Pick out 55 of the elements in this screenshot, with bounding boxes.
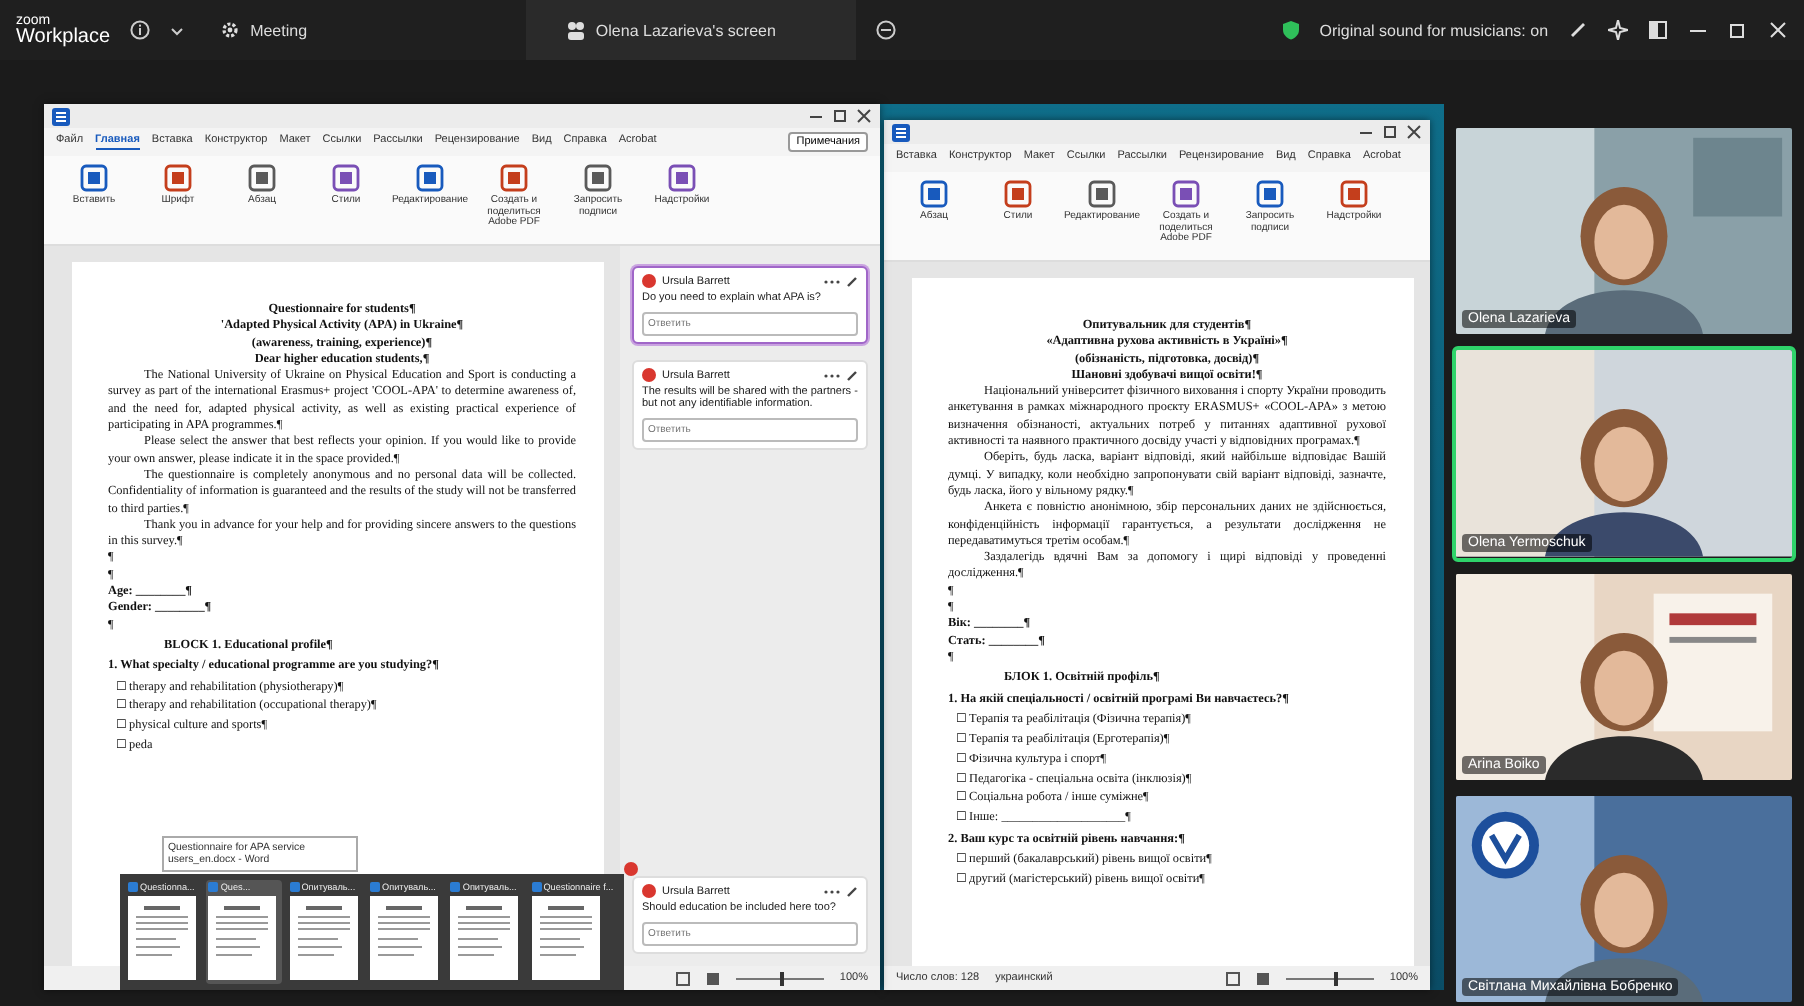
- gear-icon: [220, 20, 241, 40]
- page-thumbnail-icon: [450, 896, 519, 980]
- minus-circle-icon[interactable]: [875, 20, 896, 40]
- product-name: Workplace: [16, 27, 111, 47]
- word-icon: [289, 882, 300, 892]
- close-icon[interactable]: [856, 108, 872, 124]
- restore-icon[interactable]: [1382, 124, 1398, 140]
- avatar-icon: [642, 368, 656, 382]
- page-thumbnail-icon: [531, 896, 600, 980]
- pencil-icon[interactable]: [846, 369, 858, 381]
- tool-icon: [1340, 180, 1368, 208]
- pencil-icon[interactable]: [846, 275, 858, 287]
- tool-icon: [668, 164, 696, 192]
- page-thumbnail-icon: [128, 896, 196, 980]
- meeting-tab[interactable]: Meeting: [204, 0, 324, 60]
- more-icon[interactable]: [824, 371, 840, 379]
- tool-icon: [248, 164, 276, 192]
- shield-icon: [1281, 20, 1300, 40]
- avatar-icon: [642, 274, 656, 288]
- shared-screen-tab[interactable]: Olena Lazarieva's screen: [525, 0, 856, 60]
- info-icon[interactable]: [130, 20, 151, 40]
- chevron-down-icon[interactable]: [170, 23, 185, 37]
- tool-icon: [920, 180, 948, 208]
- people-icon: [565, 20, 586, 40]
- tool-icon: [164, 164, 192, 192]
- tool-icon: [584, 164, 612, 192]
- tool-icon: [80, 164, 108, 192]
- restore-icon[interactable]: [1728, 20, 1749, 40]
- tool-icon: [500, 164, 528, 192]
- tool-icon: [1088, 180, 1116, 208]
- slider-thumb[interactable]: [1334, 971, 1339, 985]
- word-icon: [208, 882, 219, 892]
- word-icon: [531, 882, 542, 892]
- avatar-icon: [642, 884, 656, 898]
- close-icon[interactable]: [1406, 124, 1422, 140]
- tool-icon: [1256, 180, 1284, 208]
- more-icon[interactable]: [824, 887, 840, 895]
- word-icon: [370, 882, 381, 892]
- pencil-icon[interactable]: [846, 885, 858, 897]
- tool-icon: [416, 164, 444, 192]
- sparkle-icon[interactable]: [1608, 20, 1629, 40]
- tool-icon: [1004, 180, 1032, 208]
- panel-icon[interactable]: [1648, 20, 1669, 40]
- pencil-icon[interactable]: [1568, 20, 1589, 40]
- sound-status: Original sound for musicians: on: [1319, 21, 1549, 39]
- tool-icon: [1172, 180, 1200, 208]
- page-thumbnail-icon: [208, 896, 277, 980]
- restore-icon[interactable]: [832, 108, 848, 124]
- page-thumbnail-icon: [289, 896, 358, 980]
- word-icon: [450, 882, 461, 892]
- page-thumbnail-icon: [370, 896, 439, 980]
- word-icon: [128, 882, 138, 892]
- slider-thumb[interactable]: [779, 971, 784, 985]
- tool-icon: [332, 164, 360, 192]
- more-icon[interactable]: [824, 277, 840, 285]
